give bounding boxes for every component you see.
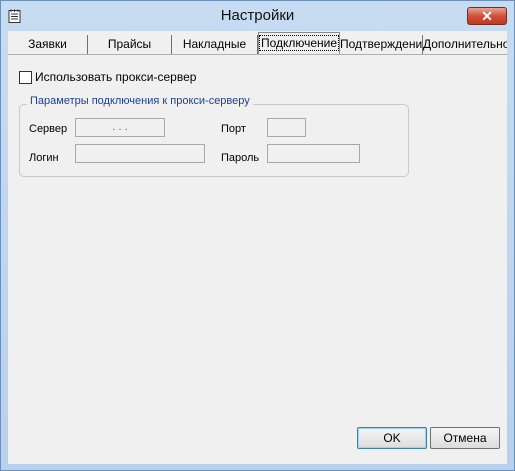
- settings-window: Настройки ✕ Заявки Прайсы Накладные Подк…: [0, 0, 515, 471]
- dialog-client-area: Заявки Прайсы Накладные Подключение Подт…: [8, 31, 507, 464]
- tab-strip: Заявки Прайсы Накладные Подключение Подт…: [8, 31, 507, 55]
- close-button[interactable]: ✕: [467, 7, 507, 25]
- password-label: Пароль: [221, 152, 260, 164]
- port-field[interactable]: [267, 118, 306, 137]
- tab-label: Накладные: [182, 37, 247, 51]
- use-proxy-label: Использовать прокси-сервер: [35, 70, 197, 84]
- tab-connection[interactable]: Подключение: [258, 32, 340, 55]
- tab-additional[interactable]: Дополнительно: [423, 35, 507, 55]
- password-field[interactable]: [267, 144, 360, 163]
- tab-label: Прайсы: [107, 37, 152, 51]
- title-bar[interactable]: Настройки ✕: [1, 1, 514, 31]
- use-proxy-checkbox[interactable]: [19, 70, 32, 84]
- tab-prices[interactable]: Прайсы: [88, 35, 172, 55]
- server-ip-field[interactable]: . . .: [75, 118, 165, 137]
- tab-invoices[interactable]: Накладные: [172, 35, 258, 55]
- window-title: Настройки: [220, 7, 295, 24]
- proxy-group-title: Параметры подключения к прокси-серверу: [27, 95, 253, 107]
- tab-confirmations[interactable]: Подтверждения: [340, 35, 423, 55]
- use-proxy-option[interactable]: Использовать прокси-сервер: [19, 70, 196, 84]
- server-label: Сервер: [29, 123, 68, 135]
- close-icon: ✕: [481, 8, 493, 24]
- tab-label: Дополнительно: [423, 37, 507, 51]
- login-label: Логин: [29, 152, 59, 164]
- login-field[interactable]: [75, 144, 205, 163]
- tab-label: Подключение: [259, 35, 339, 51]
- tab-label: Заявки: [28, 37, 67, 51]
- tab-label: Подтверждения: [340, 37, 423, 51]
- tab-orders[interactable]: Заявки: [8, 35, 88, 55]
- port-label: Порт: [221, 123, 246, 135]
- proxy-settings-group: [19, 104, 409, 177]
- cancel-button[interactable]: Отмена: [430, 427, 500, 449]
- ok-button[interactable]: OK: [357, 427, 427, 449]
